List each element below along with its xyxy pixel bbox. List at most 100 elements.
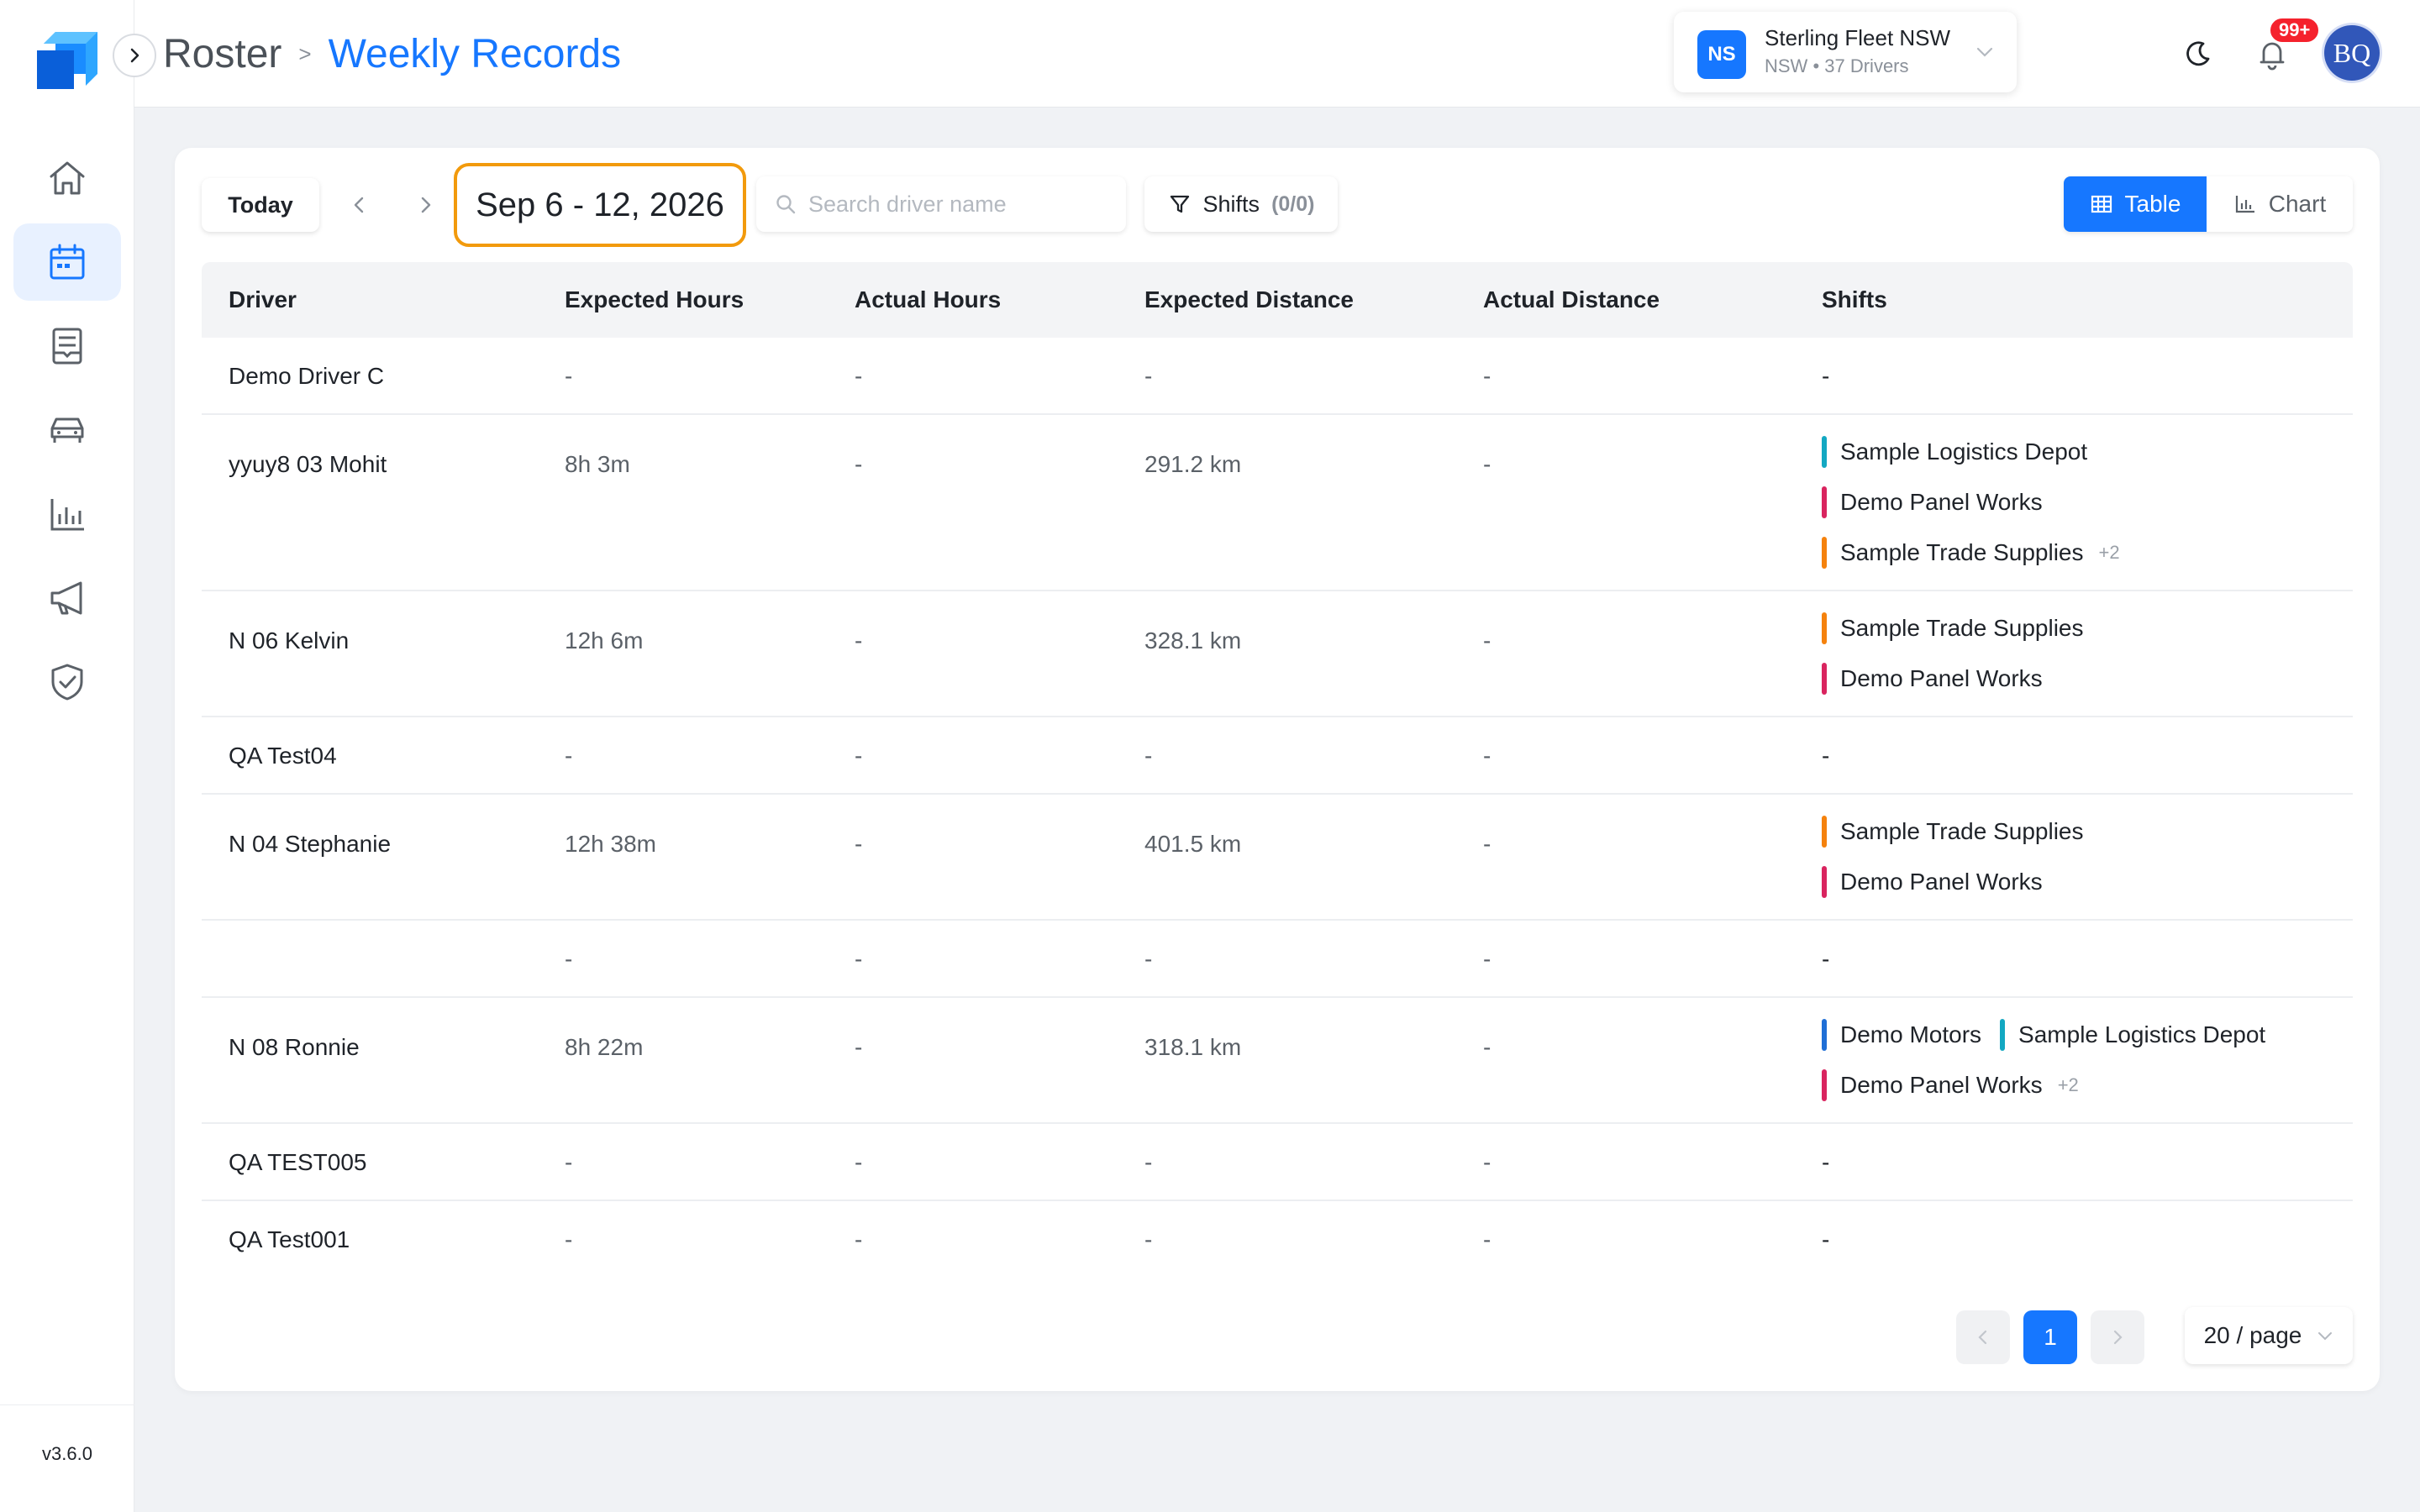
shift-tag[interactable]: Sample Trade Supplies [1822, 537, 2084, 569]
table-row[interactable]: Demo Driver C - - - - - [202, 338, 2353, 415]
nav-compliance[interactable] [13, 643, 121, 721]
column-header-actual-distance[interactable]: Actual Distance [1483, 286, 1822, 313]
chevron-right-icon [130, 48, 139, 63]
expected-distance-cell: - [1144, 743, 1153, 769]
actual-hours-cell: - [855, 627, 863, 654]
nav-calendar[interactable] [13, 223, 121, 301]
expected-distance-cell: - [1144, 946, 1153, 972]
table-row[interactable]: yyuy8 03 Mohit 8h 3m - 291.2 km - Sample Logi… [202, 415, 2353, 591]
top-header: Roster > Weekly Records [134, 0, 2420, 108]
actual-distance-cell: - [1483, 363, 1491, 389]
driver-search[interactable] [756, 176, 1126, 232]
table-view-button[interactable]: Table [2064, 176, 2207, 232]
driver-name-cell: N 06 Kelvin [229, 627, 350, 654]
weekly-records-card: Today Sep 6 - 12, 2026 Shifts (0/0) Tabl… [175, 148, 2380, 1391]
chevron-right-icon [2113, 1330, 2123, 1345]
shift-label: Demo Panel Works [1840, 869, 2043, 895]
nav-vehicles[interactable] [13, 391, 121, 469]
fleet-selector[interactable]: NS Sterling Fleet NSW NSW • 37 Drivers [1674, 12, 2017, 92]
driver-name-cell [202, 921, 565, 946]
chevron-right-icon [421, 197, 431, 213]
shift-tag[interactable]: Demo Motors [1822, 1019, 1981, 1051]
nav-home[interactable] [13, 139, 121, 217]
driver-name-cell: QA Test04 [229, 743, 337, 769]
today-button[interactable]: Today [202, 178, 319, 232]
table-row[interactable]: ----- [202, 921, 2353, 998]
shift-line: Sample Trade Supplies +2 [1822, 528, 2353, 578]
view-toggle: Table Chart [2064, 176, 2353, 232]
shift-label: Sample Logistics Depot [2018, 1021, 2266, 1047]
shifts-cell: Sample Trade Supplies Demo Panel Works [1822, 591, 2353, 704]
table-row[interactable]: N 04 Stephanie 12h 38m - 401.5 km - Sample Tr… [202, 795, 2353, 921]
actual-hours-cell: - [855, 451, 863, 477]
user-avatar[interactable]: BQ [2324, 25, 2380, 81]
shifts-filter-button[interactable]: Shifts (0/0) [1144, 176, 1338, 232]
date-range-picker[interactable]: Sep 6 - 12, 2026 [454, 163, 746, 247]
expected-hours-cell: 8h 3m [565, 451, 630, 477]
column-header-driver[interactable]: Driver [202, 286, 565, 313]
shift-tag[interactable]: Demo Panel Works [1822, 486, 2043, 518]
previous-week-button[interactable] [336, 181, 383, 228]
column-header-actual-hours[interactable]: Actual Hours [855, 286, 1144, 313]
shift-label: Sample Trade Supplies [1840, 539, 2084, 565]
expected-hours-cell: 8h 22m [565, 1034, 644, 1060]
app-version: v3.6.0 [42, 1443, 92, 1464]
shift-line: Demo Panel Works [1822, 857, 2353, 907]
nav-documents[interactable] [13, 307, 121, 385]
actual-hours-cell: - [855, 1034, 863, 1060]
shift-tag[interactable]: Demo Panel Works [1822, 663, 2043, 695]
previous-page-button[interactable] [1956, 1310, 2010, 1364]
shifts-filter-label: Shifts [1202, 191, 1260, 217]
app-logo[interactable] [30, 22, 104, 96]
actual-distance-cell: - [1483, 831, 1491, 857]
expected-hours-cell: - [565, 1226, 573, 1252]
shift-tag[interactable]: Demo Panel Works [1822, 866, 2043, 898]
table-row[interactable]: QA Test001 - - - - - [202, 1201, 2353, 1278]
column-header-shifts[interactable]: Shifts [1822, 286, 2353, 313]
search-input[interactable] [808, 191, 1111, 218]
table-row[interactable]: N 08 Ronnie 8h 22m - 318.1 km - Demo Motors Sa… [202, 998, 2353, 1124]
actual-hours-cell: - [855, 831, 863, 857]
chevron-down-icon [1975, 42, 1995, 66]
search-icon [776, 195, 796, 214]
bar-chart-icon [2235, 196, 2254, 213]
notification-badge: 99+ [2269, 17, 2321, 44]
shift-line: Sample Logistics Depot [1822, 427, 2353, 477]
column-header-expected-distance[interactable]: Expected Distance [1144, 286, 1483, 313]
shift-line: Sample Trade Supplies [1822, 806, 2353, 857]
actual-distance-cell: - [1483, 1149, 1491, 1175]
table-row[interactable]: QA TEST005 - - - - - [202, 1124, 2353, 1201]
more-shifts-count[interactable]: +2 [2058, 1074, 2079, 1096]
driver-name-cell: yyuy8 03 Mohit [229, 451, 387, 477]
actual-distance-cell: - [1483, 743, 1491, 769]
shift-line: Demo Motors Sample Logistics Depot [1822, 1010, 2353, 1060]
shift-tag[interactable]: Sample Logistics Depot [1822, 436, 2087, 468]
next-week-button[interactable] [402, 181, 449, 228]
expected-distance-cell: - [1144, 363, 1153, 389]
theme-toggle-button[interactable] [2176, 32, 2220, 76]
more-shifts-count[interactable]: +2 [2099, 542, 2120, 564]
page-size-select[interactable]: 20 / page [2185, 1307, 2353, 1364]
shift-tag[interactable]: Demo Panel Works [1822, 1069, 2043, 1101]
table-row[interactable]: QA Test04 - - - - - [202, 717, 2353, 795]
shift-tag[interactable]: Sample Trade Supplies [1822, 612, 2084, 644]
driver-name-cell: N 08 Ronnie [229, 1034, 360, 1060]
shift-label: Sample Trade Supplies [1840, 818, 2084, 844]
column-header-expected-hours[interactable]: Expected Hours [565, 286, 855, 313]
chart-view-button[interactable]: Chart [2207, 176, 2353, 232]
sidebar-collapse-button[interactable] [113, 34, 156, 77]
table-row[interactable]: N 06 Kelvin 12h 6m - 328.1 km - Sample Trade … [202, 591, 2353, 717]
chevron-left-icon [1978, 1330, 1987, 1345]
document-icon [52, 328, 82, 365]
next-page-button[interactable] [2091, 1310, 2144, 1364]
shift-color-bar [1822, 1019, 1827, 1051]
page-number-button[interactable]: 1 [2023, 1310, 2077, 1364]
nav-announcements[interactable] [13, 559, 121, 637]
breadcrumb-root[interactable]: Roster [163, 31, 281, 77]
shift-tag[interactable]: Sample Logistics Depot [2000, 1019, 2265, 1051]
filter-icon [1170, 195, 1189, 213]
expected-distance-cell: 328.1 km [1144, 627, 1242, 654]
shift-tag[interactable]: Sample Trade Supplies [1822, 816, 2084, 848]
nav-reports[interactable] [13, 475, 121, 553]
driver-name-cell: QA TEST005 [229, 1149, 367, 1175]
